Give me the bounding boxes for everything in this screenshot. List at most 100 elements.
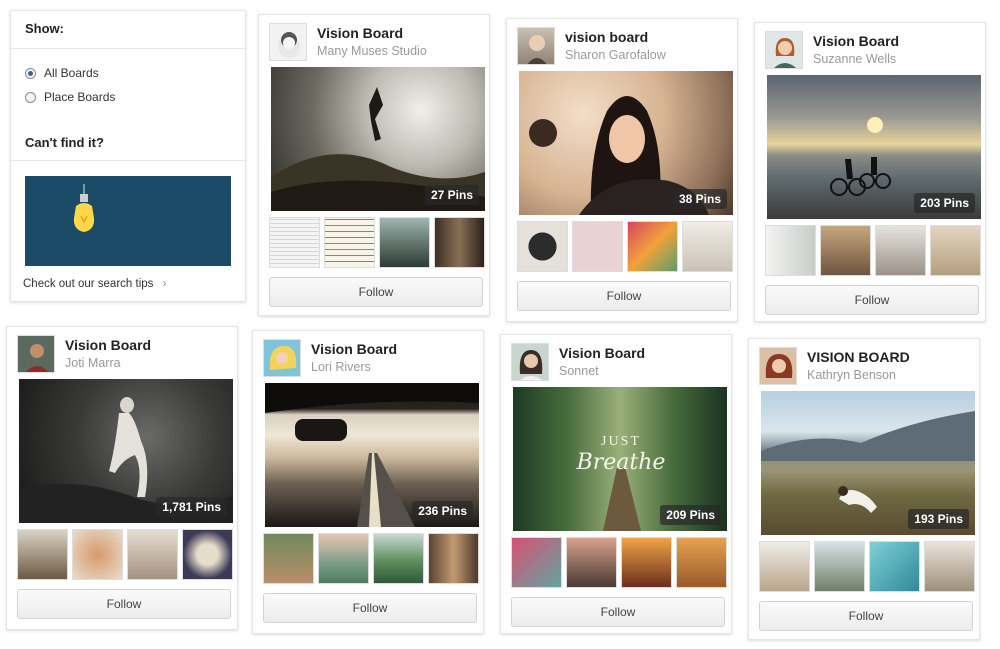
follow-button[interactable]: Follow bbox=[511, 597, 725, 627]
thumbnail[interactable] bbox=[318, 533, 369, 584]
board-header: vision board Sharon Garofalow bbox=[517, 27, 729, 67]
thumbnail[interactable] bbox=[511, 537, 562, 588]
board-author[interactable]: Sonnet bbox=[559, 364, 599, 378]
avatar[interactable] bbox=[517, 27, 555, 65]
board-cover-image[interactable]: 203 Pins bbox=[767, 75, 981, 219]
board-title[interactable]: Vision Board bbox=[317, 25, 403, 41]
follow-button[interactable]: Follow bbox=[517, 281, 731, 311]
board-header: Vision Board Sonnet bbox=[511, 343, 723, 383]
thumbnail-row bbox=[17, 529, 233, 581]
pins-count: 1,781 Pins bbox=[156, 497, 227, 517]
pins-count: 203 Pins bbox=[914, 193, 975, 213]
follow-button[interactable]: Follow bbox=[269, 277, 483, 307]
lightbulb-icon bbox=[73, 184, 95, 232]
board-cover-image[interactable]: 38 Pins bbox=[519, 71, 733, 215]
thumbnail[interactable] bbox=[566, 537, 617, 588]
board-author[interactable]: Lori Rivers bbox=[311, 360, 371, 374]
board-title[interactable]: Vision Board bbox=[311, 341, 397, 357]
thumbnail[interactable] bbox=[379, 217, 430, 268]
board-title[interactable]: Vision Board bbox=[559, 345, 645, 361]
board-author[interactable]: Many Muses Studio bbox=[317, 44, 427, 58]
thumbnail[interactable] bbox=[373, 533, 424, 584]
thumbnail[interactable] bbox=[820, 225, 871, 276]
thumbnail-row bbox=[511, 537, 727, 589]
thumbnail[interactable] bbox=[627, 221, 678, 272]
board-card: Vision Board Sonnet JUST Breathe 209 Pin… bbox=[500, 334, 732, 634]
thumbnail-row bbox=[759, 541, 975, 593]
thumbnail[interactable] bbox=[127, 529, 178, 580]
board-cover-image[interactable]: 27 Pins bbox=[271, 67, 485, 211]
pins-count: 193 Pins bbox=[908, 509, 969, 529]
avatar[interactable] bbox=[263, 339, 301, 377]
thumbnail[interactable] bbox=[621, 537, 672, 588]
board-cover-image[interactable]: 193 Pins bbox=[761, 391, 975, 535]
avatar[interactable] bbox=[759, 347, 797, 385]
board-title[interactable]: vision board bbox=[565, 29, 648, 45]
thumbnail[interactable] bbox=[814, 541, 865, 592]
cover-text-breathe: Breathe bbox=[576, 450, 666, 475]
board-author[interactable]: Kathryn Benson bbox=[807, 368, 896, 382]
board-card: vision board Sharon Garofalow 38 Pins Fo… bbox=[506, 18, 738, 322]
thumbnail[interactable] bbox=[263, 533, 314, 584]
cover-text-just: JUST bbox=[601, 434, 641, 449]
board-header: Vision Board Joti Marra bbox=[17, 335, 229, 375]
pins-count: 38 Pins bbox=[672, 189, 727, 209]
thumbnail[interactable] bbox=[17, 529, 68, 580]
board-type-options: All Boards Place Boards bbox=[11, 49, 245, 129]
thumbnail[interactable] bbox=[759, 541, 810, 592]
thumbnail[interactable] bbox=[182, 529, 233, 580]
pins-count: 236 Pins bbox=[412, 501, 473, 521]
follow-button[interactable]: Follow bbox=[263, 593, 477, 623]
show-heading: Show: bbox=[11, 11, 245, 49]
board-title[interactable]: Vision Board bbox=[813, 33, 899, 49]
board-author[interactable]: Joti Marra bbox=[65, 356, 121, 370]
thumbnail-row bbox=[765, 225, 981, 277]
board-cover-image[interactable]: 1,781 Pins bbox=[19, 379, 233, 523]
thumbnail[interactable] bbox=[428, 533, 479, 584]
thumbnail[interactable] bbox=[682, 221, 733, 272]
avatar[interactable] bbox=[765, 31, 803, 69]
thumbnail[interactable] bbox=[572, 221, 623, 272]
board-card: Vision Board Lori Rivers 236 Pins Follow bbox=[252, 330, 484, 634]
option-label: All Boards bbox=[44, 66, 99, 80]
thumbnail[interactable] bbox=[324, 217, 375, 268]
thumbnail[interactable] bbox=[517, 221, 568, 272]
search-tips-banner[interactable] bbox=[25, 176, 231, 266]
thumbnail[interactable] bbox=[269, 217, 320, 268]
board-card: VISION BOARD Kathryn Benson 193 Pins Fol… bbox=[748, 338, 980, 640]
pins-count: 27 Pins bbox=[424, 185, 479, 205]
filter-panel: Show: All Boards Place Boards Can't find… bbox=[10, 10, 246, 302]
follow-button[interactable]: Follow bbox=[17, 589, 231, 619]
option-all-boards[interactable]: All Boards bbox=[25, 61, 231, 85]
option-place-boards[interactable]: Place Boards bbox=[25, 85, 231, 109]
thumbnail[interactable] bbox=[875, 225, 926, 276]
board-author[interactable]: Suzanne Wells bbox=[813, 52, 896, 66]
thumbnail[interactable] bbox=[434, 217, 485, 268]
thumbnail[interactable] bbox=[676, 537, 727, 588]
chevron-right-icon: › bbox=[162, 278, 167, 290]
thumbnail[interactable] bbox=[72, 529, 123, 580]
board-header: Vision Board Many Muses Studio bbox=[269, 23, 481, 63]
follow-button[interactable]: Follow bbox=[759, 601, 973, 631]
board-card: Vision Board Suzanne Wells 203 Pins Foll… bbox=[754, 22, 986, 322]
thumbnail[interactable] bbox=[869, 541, 920, 592]
board-cover-image[interactable]: 236 Pins bbox=[265, 383, 479, 527]
radio-unselected-icon[interactable] bbox=[25, 91, 36, 103]
board-cover-image[interactable]: JUST Breathe 209 Pins bbox=[513, 387, 727, 531]
board-author[interactable]: Sharon Garofalow bbox=[565, 48, 666, 62]
avatar[interactable] bbox=[269, 23, 307, 61]
board-title[interactable]: VISION BOARD bbox=[807, 349, 910, 365]
search-tips-text: Check out our search tips bbox=[23, 278, 154, 290]
thumbnail[interactable] bbox=[930, 225, 981, 276]
radio-selected-icon[interactable] bbox=[25, 67, 36, 79]
search-tips-link[interactable]: Check out our search tips › bbox=[23, 278, 166, 290]
board-header: Vision Board Lori Rivers bbox=[263, 339, 475, 379]
cant-find-heading: Can't find it? bbox=[11, 129, 245, 161]
thumbnail[interactable] bbox=[924, 541, 975, 592]
avatar[interactable] bbox=[17, 335, 55, 373]
board-title[interactable]: Vision Board bbox=[65, 337, 151, 353]
board-header: VISION BOARD Kathryn Benson bbox=[759, 347, 971, 387]
follow-button[interactable]: Follow bbox=[765, 285, 979, 315]
thumbnail[interactable] bbox=[765, 225, 816, 276]
avatar[interactable] bbox=[511, 343, 549, 381]
